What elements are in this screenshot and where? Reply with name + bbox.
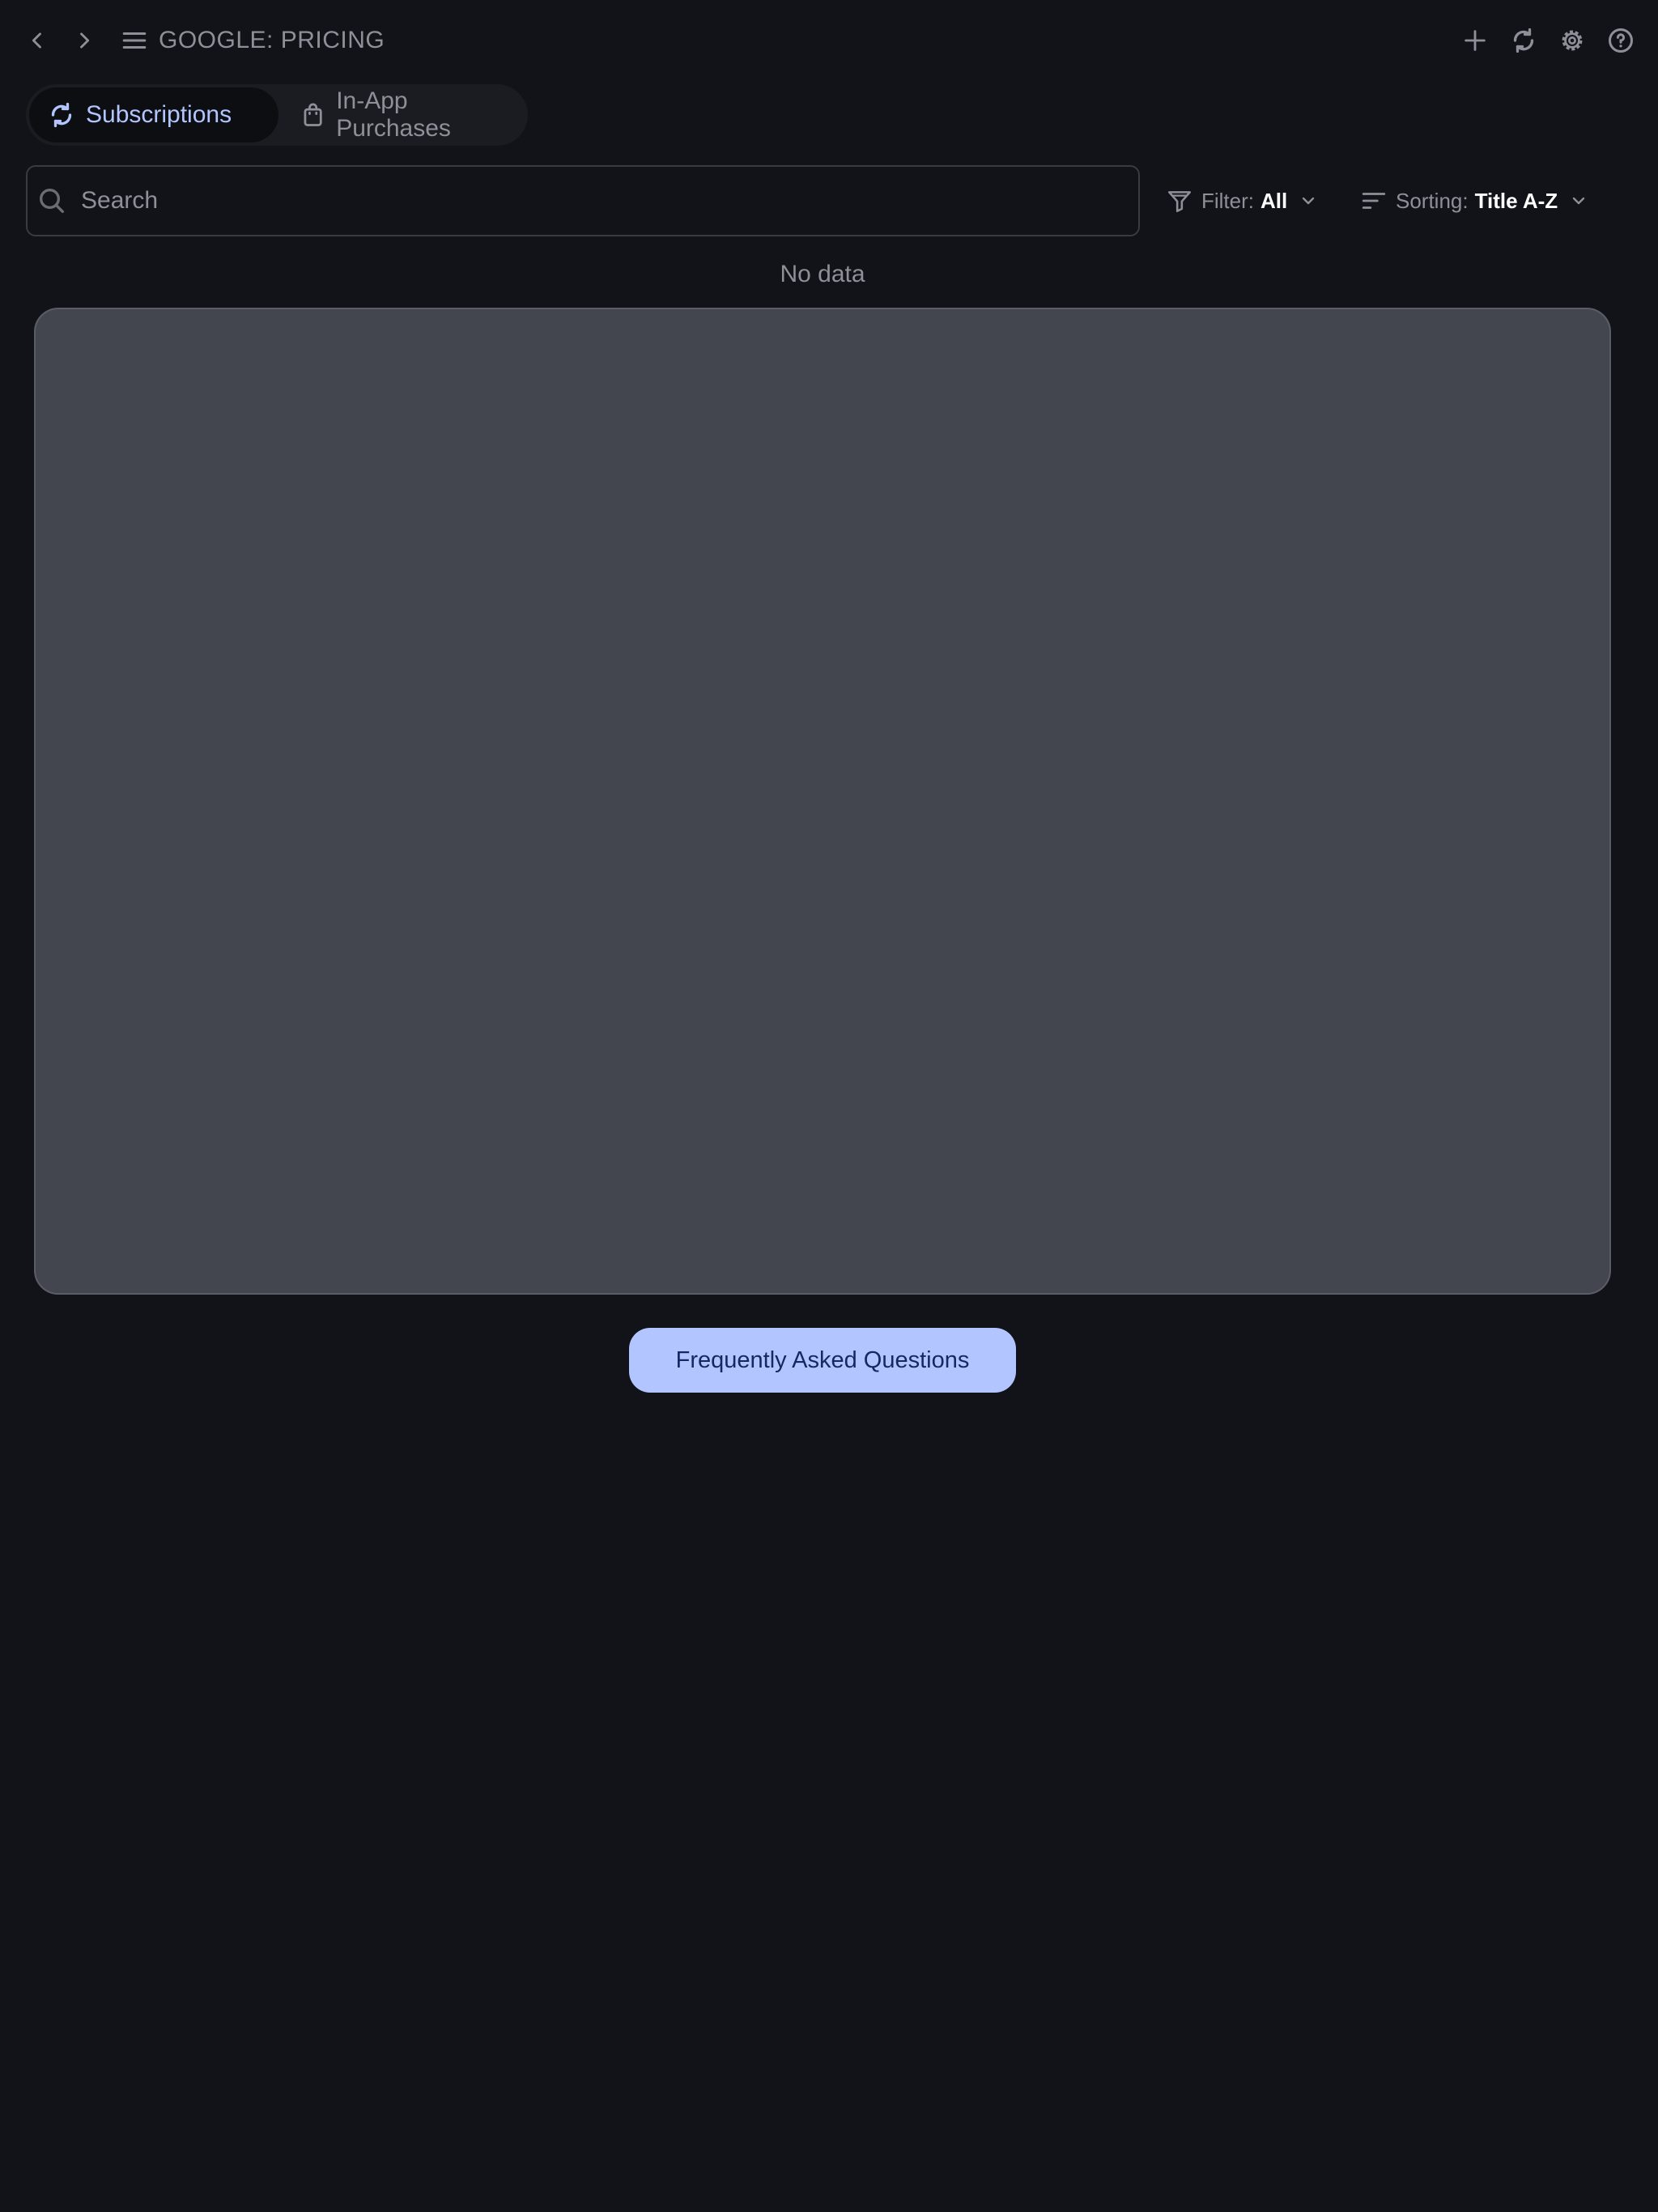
- help-button[interactable]: [1603, 23, 1639, 58]
- tab-label: Subscriptions: [86, 101, 232, 128]
- search-icon: [36, 185, 68, 217]
- tab-in-app-purchases[interactable]: In-App Purchases: [275, 87, 525, 143]
- tab-bar: Subscriptions In-App Purchases: [26, 84, 528, 146]
- filter-dropdown[interactable]: Filter: All: [1166, 178, 1318, 223]
- refresh-button[interactable]: [1506, 23, 1541, 58]
- chevron-down-icon: [1299, 191, 1318, 211]
- app-header: GOOGLE: PRICING: [0, 0, 1658, 81]
- forward-button[interactable]: [66, 23, 102, 58]
- shopping-bag-icon: [304, 103, 322, 126]
- gear-icon: [1562, 30, 1583, 51]
- tab-subscriptions[interactable]: Subscriptions: [29, 87, 278, 143]
- back-button[interactable]: [19, 23, 55, 58]
- sort-icon: [1360, 187, 1388, 215]
- filter-icon: [1166, 187, 1193, 215]
- sorting-value: Title A-Z: [1474, 188, 1558, 213]
- tab-label: In-App Purchases: [336, 87, 451, 142]
- chevron-left-icon: [32, 32, 41, 49]
- chevron-right-icon: [80, 32, 90, 49]
- sorting-dropdown[interactable]: Sorting: Title A-Z: [1360, 178, 1588, 223]
- menu-button[interactable]: [117, 23, 152, 58]
- search-input[interactable]: [79, 186, 1138, 215]
- settings-button[interactable]: [1554, 23, 1590, 58]
- content-panel: [34, 308, 1611, 1295]
- empty-state-text: No data: [780, 261, 865, 287]
- help-icon: [1609, 28, 1633, 53]
- hamburger-icon: [122, 32, 147, 49]
- filter-value: All: [1261, 188, 1288, 213]
- filter-label: Filter:: [1201, 188, 1254, 213]
- refresh-icon: [51, 102, 72, 128]
- page-title: GOOGLE: PRICING: [159, 27, 385, 53]
- add-button[interactable]: [1457, 23, 1493, 58]
- search-box: [26, 165, 1140, 236]
- plus-icon: [1465, 30, 1486, 51]
- refresh-icon: [1513, 28, 1534, 53]
- chevron-down-icon: [1569, 191, 1588, 211]
- sorting-label: Sorting:: [1396, 188, 1469, 213]
- faq-button[interactable]: Frequently Asked Questions: [629, 1328, 1016, 1393]
